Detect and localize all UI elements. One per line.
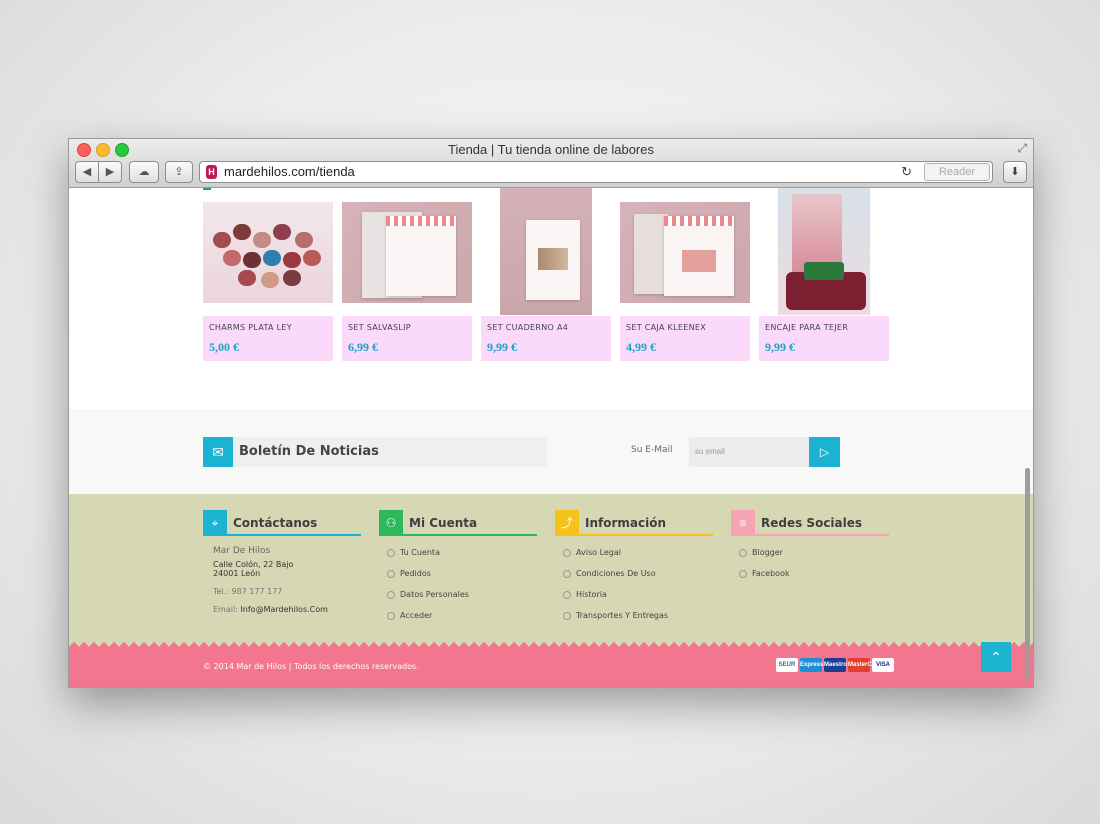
product-name[interactable]: SET CUADERNO A4 [487, 323, 568, 332]
back-arrow-icon: ◀ [82, 166, 92, 178]
company-name: Mar De Hilos [213, 546, 271, 556]
product-image[interactable] [500, 188, 592, 315]
reader-button[interactable]: Reader [924, 163, 990, 181]
chart-icon: ⤴ [555, 510, 579, 536]
product-image[interactable] [778, 188, 870, 315]
footer: ⌖ Contáctanos Mar De Hilos Calle Colón, … [69, 494, 1033, 687]
product-name[interactable]: SET CAJA KLEENEX [626, 323, 706, 332]
cloud-icon: ☁ [138, 166, 150, 178]
product-info[interactable]: SET CAJA KLEENEX 4,99 € [620, 316, 750, 361]
product-price: 4,99 € [626, 340, 656, 354]
footer-link[interactable]: Blogger [739, 548, 790, 569]
info-heading: ⤴ Información [555, 510, 713, 536]
footer-link[interactable]: Pedidos [387, 569, 469, 590]
contact-email-link[interactable]: Info@Mardehilos.Com [240, 605, 328, 614]
web-page: CHARMS PLATA LEY 5,00 € SET SALVASLIP 6,… [69, 188, 1033, 687]
social-title: Redes Sociales [761, 516, 863, 530]
footer-link[interactable]: Facebook [739, 569, 790, 590]
product-price: 9,99 € [765, 340, 795, 354]
newsletter-title: Boletín De Noticias [239, 444, 379, 459]
phone-number: Tel.: 987 177 177 [213, 587, 283, 596]
product-image[interactable] [342, 202, 472, 303]
payment-card-icon: MasterCard [848, 658, 881, 672]
share-button[interactable]: ⇪ [165, 161, 193, 183]
email-label: Su E-Mail [631, 445, 673, 455]
contact-title: Contáctanos [233, 516, 318, 530]
copyright-text: © 2014 Mar de Hilos | Todos los derechos… [203, 662, 419, 671]
footer-link[interactable]: Transportes Y Entregas [563, 611, 668, 632]
contact-heading: ⌖ Contáctanos [203, 510, 361, 536]
address-bar[interactable]: H mardehilos.com/tienda ↻ Reader [199, 161, 993, 183]
product-price: 9,99 € [487, 340, 517, 354]
forward-button[interactable]: ▶ [98, 161, 122, 183]
share-icon: ⇪ [174, 166, 184, 178]
browser-window: Tienda | Tu tienda online de labores ⤢ ◀… [68, 138, 1034, 688]
zigzag-divider [69, 640, 1033, 650]
footer-link[interactable]: Datos Personales [387, 590, 469, 611]
payment-card-icon: Express [800, 658, 823, 672]
newsletter-submit-button[interactable]: ▷ [809, 437, 840, 467]
product-image[interactable] [620, 202, 750, 303]
play-arrow-icon: ▷ [819, 445, 830, 459]
footer-link[interactable]: Historia [563, 590, 668, 611]
users-icon: ⚇ [379, 510, 403, 536]
bottom-bar: © 2014 Mar de Hilos | Todos los derechos… [69, 650, 1033, 687]
product-image[interactable] [203, 202, 333, 303]
email-label-footer: Email: [213, 605, 238, 614]
contact-details: Mar De Hilos Calle Colón, 22 Bajo 24001 … [213, 546, 328, 614]
address-line-2: 24001 León [213, 569, 261, 578]
product-price: 5,00 € [209, 340, 239, 354]
footer-link[interactable]: Condiciones De Uso [563, 569, 668, 590]
downloads-button[interactable]: ⬇ [1003, 161, 1027, 183]
social-links: Blogger Facebook [739, 548, 790, 590]
newsletter-email-input[interactable]: su email [689, 437, 809, 467]
info-links: Aviso Legal Condiciones De Uso Historia … [563, 548, 668, 632]
account-links: Tu Cuenta Pedidos Datos Personales Acced… [387, 548, 469, 632]
product-name[interactable]: CHARMS PLATA LEY [209, 323, 292, 332]
product-name[interactable]: SET SALVASLIP [348, 323, 411, 332]
address-line-1: Calle Colón, 22 Bajo [213, 560, 294, 569]
payment-card-icon: SEUR [776, 658, 798, 672]
newsletter-section: ✉ Boletín De Noticias Su E-Mail su email… [69, 410, 1033, 495]
url-text[interactable]: mardehilos.com/tienda [224, 164, 355, 179]
chevron-up-icon: ⌃ [990, 649, 1002, 665]
newsletter-heading: ✉ Boletín De Noticias [203, 437, 547, 467]
scroll-to-top-button[interactable]: ⌃ [981, 642, 1011, 672]
product-info[interactable]: ENCAJE PARA TEJER 9,99 € [759, 316, 889, 361]
product-grid: CHARMS PLATA LEY 5,00 € SET SALVASLIP 6,… [203, 188, 893, 363]
payment-card-icon: Maestro [824, 658, 847, 672]
fullscreen-icon[interactable]: ⤢ [1017, 141, 1027, 156]
footer-link[interactable]: Acceder [387, 611, 469, 632]
scrollbar[interactable] [1025, 468, 1030, 680]
back-button[interactable]: ◀ [75, 161, 99, 183]
map-pin-icon: ⌖ [203, 510, 227, 536]
social-heading: ≡ Redes Sociales [731, 510, 889, 536]
envelope-icon: ✉ [203, 437, 233, 467]
product-info[interactable]: SET CUADERNO A4 9,99 € [481, 316, 611, 361]
product-name[interactable]: ENCAJE PARA TEJER [765, 323, 848, 332]
account-heading: ⚇ Mi Cuenta [379, 510, 537, 536]
site-favicon-icon: H [206, 165, 217, 179]
product-info[interactable]: CHARMS PLATA LEY 5,00 € [203, 316, 333, 361]
account-title: Mi Cuenta [409, 516, 478, 530]
payment-card-icon: VISA [872, 658, 894, 672]
window-title: Tienda | Tu tienda online de labores [448, 142, 654, 157]
reload-icon[interactable]: ↻ [901, 164, 912, 180]
footer-link[interactable]: Aviso Legal [563, 548, 668, 569]
menu-icon: ≡ [731, 510, 755, 536]
info-title: Información [585, 516, 667, 530]
product-price: 6,99 € [348, 340, 378, 354]
download-icon: ⬇ [1010, 166, 1020, 178]
browser-toolbar: Tienda | Tu tienda online de labores ⤢ ◀… [69, 139, 1033, 188]
product-info[interactable]: SET SALVASLIP 6,99 € [342, 316, 472, 361]
icloud-tabs-button[interactable]: ☁ [129, 161, 159, 183]
footer-link[interactable]: Tu Cuenta [387, 548, 469, 569]
forward-arrow-icon: ▶ [105, 166, 115, 178]
